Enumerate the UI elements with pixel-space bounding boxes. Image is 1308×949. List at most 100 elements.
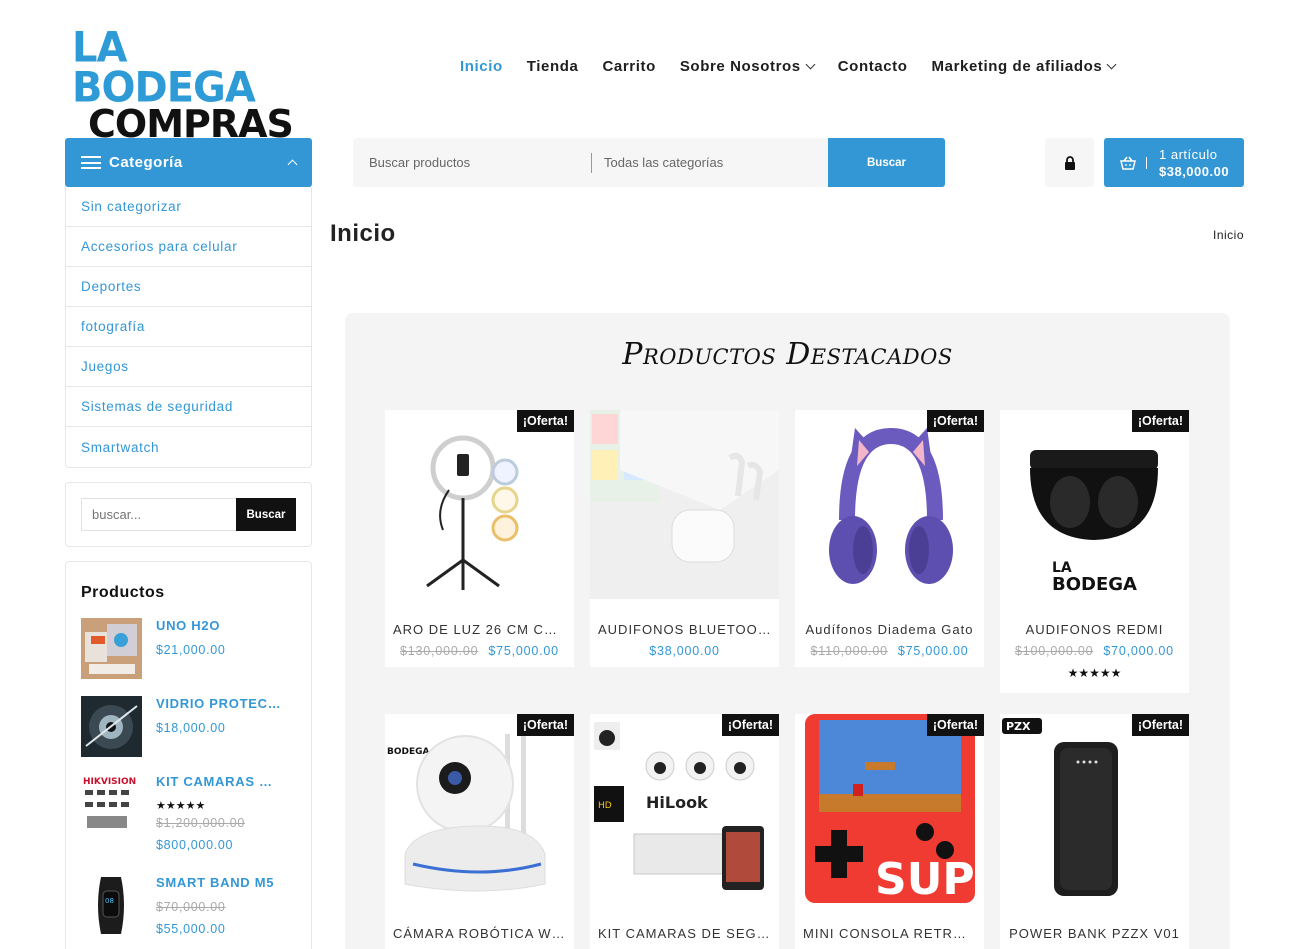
product-search-input[interactable]: Buscar productos xyxy=(353,155,591,170)
nav-tienda[interactable]: Tienda xyxy=(527,58,579,75)
cart-separator xyxy=(1146,156,1147,169)
product-price: $70,000.00 xyxy=(1103,644,1174,658)
category-item[interactable]: Sin categorizar xyxy=(66,187,311,227)
nav-label: Sobre Nosotros xyxy=(679,58,801,75)
product-price: $75,000.00 xyxy=(897,644,969,658)
product-old-price: $110,000.00 xyxy=(810,644,888,658)
product-thumbnail[interactable]: HIKVISION xyxy=(81,774,142,835)
product-title[interactable]: CÁMARA ROBÓTICA WIFI xyxy=(393,926,566,941)
product-title[interactable]: Audífonos Diadema Gato xyxy=(803,622,976,637)
logo-line-1: LA BODEGA xyxy=(72,23,256,113)
product-name[interactable]: SMART BAND M5 xyxy=(156,875,282,890)
category-item[interactable]: Sistemas de seguridad xyxy=(66,387,311,427)
product-card[interactable]: BODEGA ¡Oferta! CÁMARA ROBÓTICA WIFI xyxy=(385,714,574,949)
product-card[interactable]: HD HiLook ¡Oferta! KIT CAMARAS DE SEGURID… xyxy=(590,714,779,949)
product-image[interactable] xyxy=(385,410,574,599)
product-title[interactable]: AUDIFONOS BLUETOOTH I12 xyxy=(598,622,771,637)
category-list: Sin categorizar Accesorios para celular … xyxy=(65,187,312,468)
svg-text:BODEGA: BODEGA xyxy=(387,747,430,757)
category-select[interactable]: Todas las categorías xyxy=(592,155,828,170)
nav-label: Marketing de afiliados xyxy=(931,58,1103,75)
basket-icon xyxy=(1120,156,1136,170)
product-old-price: $130,000.00 xyxy=(400,644,479,658)
sale-badge: ¡Oferta! xyxy=(1131,714,1189,736)
nav-carrito[interactable]: Carrito xyxy=(602,58,655,75)
product-title[interactable]: ARO DE LUZ 26 CM CON TRIPODE xyxy=(393,622,566,637)
product-image[interactable]: PZX xyxy=(1000,714,1189,903)
category-toggle[interactable]: Categoría xyxy=(65,138,312,187)
product-name[interactable]: VIDRIO PROTECTOR CAMARA xyxy=(156,696,282,711)
product-old-price: $1,200,000.00 xyxy=(156,816,246,830)
sidebar-search-input[interactable] xyxy=(81,498,236,531)
product-card[interactable]: PZX ¡Oferta! POWER BANK PZZX V01 xyxy=(1000,714,1189,949)
page-title: Inicio xyxy=(330,220,396,247)
svg-text:HD: HD xyxy=(598,801,612,811)
category-item[interactable]: Deportes xyxy=(66,267,311,307)
product-image[interactable]: HD HiLook xyxy=(590,714,779,903)
product-old-price: $70,000.00 xyxy=(156,900,226,914)
category-item[interactable]: Smartwatch xyxy=(66,427,311,467)
svg-text:HIKVISION: HIKVISION xyxy=(83,777,136,787)
search-button[interactable]: Buscar xyxy=(828,138,945,187)
sidebar-search: Buscar xyxy=(65,482,312,547)
product-image[interactable] xyxy=(590,410,779,599)
nav-contacto[interactable]: Contacto xyxy=(838,58,908,75)
widget-product[interactable]: 08 SMART BAND M5 $70,000.00 $55,000.00 xyxy=(81,875,296,942)
product-price: $55,000.00 xyxy=(156,922,226,936)
svg-text:BODEGA: BODEGA xyxy=(1052,574,1137,595)
product-search-bar: Buscar productos Todas las categorías Bu… xyxy=(353,138,945,187)
cart-total: $38,000.00 xyxy=(1159,163,1230,179)
product-image[interactable]: SUP xyxy=(795,714,984,903)
widget-product[interactable]: VIDRIO PROTECTOR CAMARA $18,000.00 xyxy=(81,696,296,757)
widget-product[interactable]: UNO H2O $21,000.00 xyxy=(81,618,296,679)
products-widget: Productos UNO H2O $21,000.00 VIDRIO PROT… xyxy=(65,561,312,949)
featured-title: Productos Destacados xyxy=(622,337,953,372)
widget-product[interactable]: HIKVISION KIT CAMARAS DE SEGURIDAD ★★★★★… xyxy=(81,774,296,858)
svg-text:SUP: SUP xyxy=(875,854,975,903)
svg-text:HiLook: HiLook xyxy=(646,793,708,812)
nav-label: Inicio xyxy=(460,58,503,75)
product-thumbnail[interactable]: 08 xyxy=(81,875,142,936)
product-image[interactable]: LA BODEGA xyxy=(1000,410,1189,599)
sale-badge: ¡Oferta! xyxy=(721,714,779,736)
lock-icon xyxy=(1064,155,1075,170)
product-image[interactable] xyxy=(795,410,984,599)
product-name[interactable]: KIT CAMARAS DE SEGURIDAD xyxy=(156,774,282,789)
nav-sobre-nosotros[interactable]: Sobre Nosotros xyxy=(679,58,816,75)
product-name[interactable]: UNO H2O xyxy=(156,618,282,633)
product-card[interactable]: AUDIFONOS BLUETOOTH I12 $38,000.00 xyxy=(590,410,779,667)
category-item[interactable]: Accesorios para celular xyxy=(66,227,311,267)
nav-label: Contacto xyxy=(837,58,908,75)
product-price: $800,000.00 xyxy=(156,838,234,852)
nav-inicio[interactable]: Inicio xyxy=(460,58,503,75)
menu-icon xyxy=(81,156,101,169)
product-title[interactable]: KIT CAMARAS DE SEGURIDAD xyxy=(598,926,771,941)
sale-badge: ¡Oferta! xyxy=(926,410,984,432)
nav-label: Carrito xyxy=(602,58,656,75)
product-card[interactable]: ¡Oferta! ARO DE LUZ 26 CM CON TRIPODE $1… xyxy=(385,410,574,667)
cart-count: 1 artículo xyxy=(1159,146,1218,162)
nav-label: Tienda xyxy=(526,58,579,75)
cart-button[interactable]: 1 artículo $38,000.00 xyxy=(1104,138,1244,187)
category-item[interactable]: Juegos xyxy=(66,347,311,387)
product-title[interactable]: AUDIFONOS REDMI xyxy=(1008,622,1181,637)
breadcrumb[interactable]: Inicio xyxy=(1213,228,1244,242)
product-title[interactable]: MINI CONSOLA RETRO SUP xyxy=(803,926,976,941)
site-logo[interactable]: LA BODEGA COMPRAS xyxy=(72,23,294,143)
product-card[interactable]: SUP ¡Oferta! MINI CONSOLA RETRO SUP xyxy=(795,714,984,949)
product-image[interactable]: BODEGA xyxy=(385,714,574,903)
category-title: Categoría xyxy=(109,154,183,171)
sale-badge: ¡Oferta! xyxy=(1131,410,1189,432)
product-title[interactable]: POWER BANK PZZX V01 xyxy=(1008,926,1181,941)
chevron-down-icon xyxy=(805,59,816,70)
product-price: $38,000.00 xyxy=(649,644,720,658)
account-button[interactable] xyxy=(1045,138,1094,187)
product-card[interactable]: ¡Oferta! Audífonos Diadema Gato $110,000… xyxy=(795,410,984,667)
product-thumbnail[interactable] xyxy=(81,696,142,757)
category-item[interactable]: fotografía xyxy=(66,307,311,347)
nav-marketing-afiliados[interactable]: Marketing de afiliados xyxy=(931,58,1117,75)
product-thumbnail[interactable] xyxy=(81,618,142,679)
product-price: $21,000.00 xyxy=(156,643,226,657)
product-card[interactable]: LA BODEGA ¡Oferta! AUDIFONOS REDMI $100,0… xyxy=(1000,410,1189,693)
sidebar-search-button[interactable]: Buscar xyxy=(236,498,296,531)
